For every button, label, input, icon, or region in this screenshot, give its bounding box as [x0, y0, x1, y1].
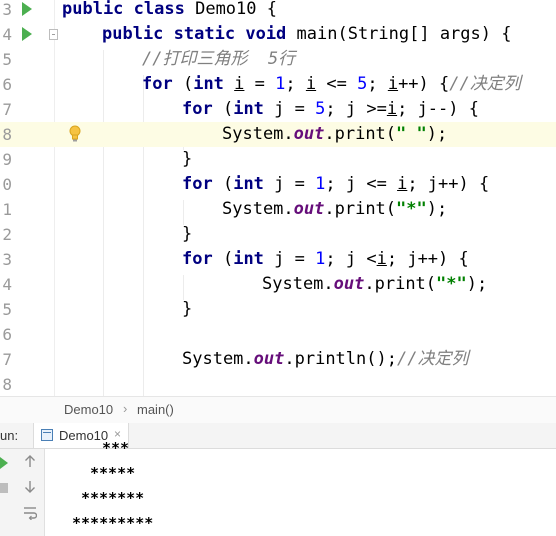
code-line[interactable]: 1 System.out.print("*"); [0, 197, 556, 222]
code-text: System.out.print(" "); [222, 124, 448, 144]
code-text: System.out.print("*"); [222, 199, 448, 219]
run-toolbar [0, 449, 45, 536]
code-text: for (int j = 5; j >=i; j--) { [182, 99, 479, 119]
console-output-line: *** [102, 439, 130, 457]
line-number: 2 [2, 225, 12, 244]
run-label: un: [0, 428, 19, 443]
line-number: 8 [2, 125, 12, 144]
code-line[interactable]: 5 } [0, 297, 556, 322]
soft-wrap-icon[interactable] [23, 506, 37, 520]
code-line[interactable]: 3 public class Demo10 { [0, 0, 556, 22]
line-number: 8 [2, 375, 12, 394]
code-line[interactable]: 8 [0, 372, 556, 396]
code-line[interactable]: 9 } [0, 147, 556, 172]
console-output-line: ***** [90, 464, 136, 482]
breadcrumb: Demo10 › main() [0, 396, 556, 424]
line-number: 3 [2, 250, 12, 269]
line-number: 4 [2, 275, 12, 294]
console-output-line: ******* [81, 489, 145, 507]
code-line[interactable]: 6 for (int i = 1; i <= 5; i++) {//决定列 [0, 72, 556, 97]
code-text: public class Demo10 { [62, 0, 277, 19]
fold-icon[interactable] [49, 29, 58, 40]
stop-icon[interactable] [0, 483, 8, 493]
code-text: public static void main(String[] args) { [102, 24, 512, 44]
run-panel-header: un: Demo10 × [0, 423, 556, 449]
code-line[interactable]: 4 public static void main(String[] args)… [0, 22, 556, 47]
line-number: 1 [2, 200, 12, 219]
code-line[interactable]: 3 for (int j = 1; j <i; j++) { [0, 247, 556, 272]
breadcrumb-item-method[interactable]: main() [137, 402, 174, 417]
code-line[interactable]: 2 } [0, 222, 556, 247]
scroll-up-icon[interactable] [24, 454, 36, 468]
code-text: System.out.print("*"); [262, 274, 488, 294]
scroll-down-icon[interactable] [24, 480, 36, 494]
code-line[interactable]: 4 System.out.print("*"); [0, 272, 556, 297]
code-text: for (int j = 1; j <i; j++) { [182, 249, 469, 269]
line-number: 6 [2, 325, 12, 344]
lightbulb-icon[interactable] [69, 125, 81, 143]
rerun-icon[interactable] [0, 457, 8, 469]
line-number: 7 [2, 100, 12, 119]
breadcrumb-separator: › [123, 401, 128, 416]
run-tab-label: Demo10 [59, 428, 109, 443]
code-text: } [182, 224, 193, 244]
code-text: //打印三角形 5行 [142, 49, 296, 69]
breadcrumb-item-class[interactable]: Demo10 [64, 402, 113, 417]
run-arrow-icon[interactable] [22, 27, 32, 41]
run-arrow-icon[interactable] [22, 2, 32, 16]
line-number: 4 [2, 25, 12, 44]
current-code-line[interactable]: 8 System.out.print(" "); [0, 122, 556, 147]
line-number: 5 [2, 300, 12, 319]
code-line[interactable]: 6 [0, 322, 556, 347]
line-number: 6 [2, 75, 12, 94]
code-text: System.out.println();//决定列 [182, 349, 469, 369]
code-line[interactable]: 7 for (int j = 5; j >=i; j--) { [0, 97, 556, 122]
line-number: 5 [2, 50, 12, 69]
console-output-line: ********* [72, 514, 154, 532]
code-line[interactable]: 0 for (int j = 1; j <= i; j++) { [0, 172, 556, 197]
code-text: for (int j = 1; j <= i; j++) { [182, 174, 490, 194]
line-number: 7 [2, 350, 12, 369]
code-text: for (int i = 1; i <= 5; i++) {//决定列 [142, 74, 521, 94]
code-editor[interactable]: 3 public class Demo10 { 4 public static … [0, 0, 556, 396]
class-tab-icon [41, 429, 53, 441]
code-line[interactable]: 7 System.out.println();//决定列 [0, 347, 556, 372]
code-text: } [182, 149, 193, 169]
code-text: } [182, 299, 193, 319]
line-number: 9 [2, 150, 12, 169]
code-line[interactable]: 5 //打印三角形 5行 [0, 47, 556, 72]
line-number: 3 [2, 0, 12, 19]
line-number: 0 [2, 175, 12, 194]
run-console[interactable]: *** ***** ******* ********* [0, 439, 556, 536]
